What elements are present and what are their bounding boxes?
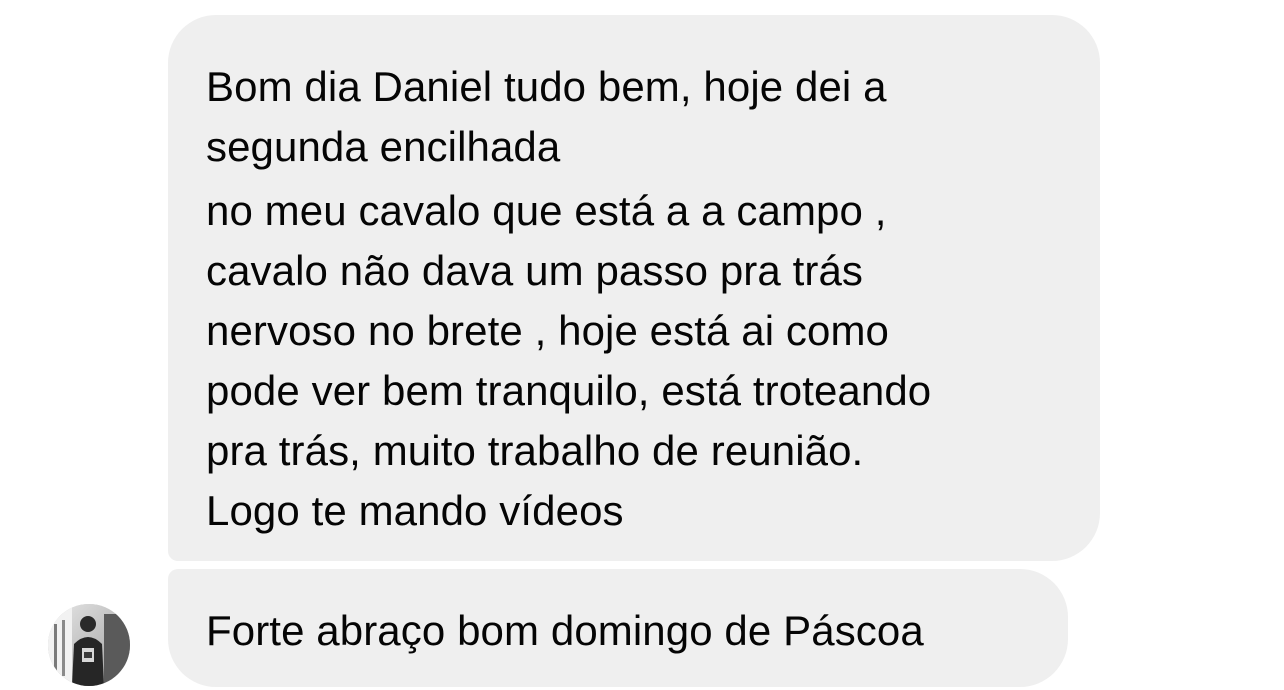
message-text-line: segunda encilhada (206, 123, 561, 170)
message-text-line: no meu cavalo que está a a campo , (206, 187, 887, 234)
user-avatar-icon (48, 604, 130, 686)
message-text-line: cavalo não dava um passo pra trás (206, 247, 864, 294)
message-bubble[interactable]: Forte abraço bom domingo de Páscoa (168, 569, 1068, 687)
message-bubble[interactable]: Bom dia Daniel tudo bem, hoje dei a segu… (168, 15, 1100, 561)
message-text-line: pode ver bem tranquilo, está troteando (206, 367, 932, 414)
message-text-line: Logo te mando vídeos (206, 487, 624, 534)
message-text-line: nervoso no brete , hoje está ai como (206, 307, 890, 354)
message-text-line: pra trás, muito trabalho de reunião. (206, 427, 864, 474)
sender-avatar[interactable] (48, 604, 130, 686)
message-text-line: Forte abraço bom domingo de Páscoa (206, 607, 924, 654)
message-text-line: Bom dia Daniel tudo bem, hoje dei a (206, 63, 887, 110)
